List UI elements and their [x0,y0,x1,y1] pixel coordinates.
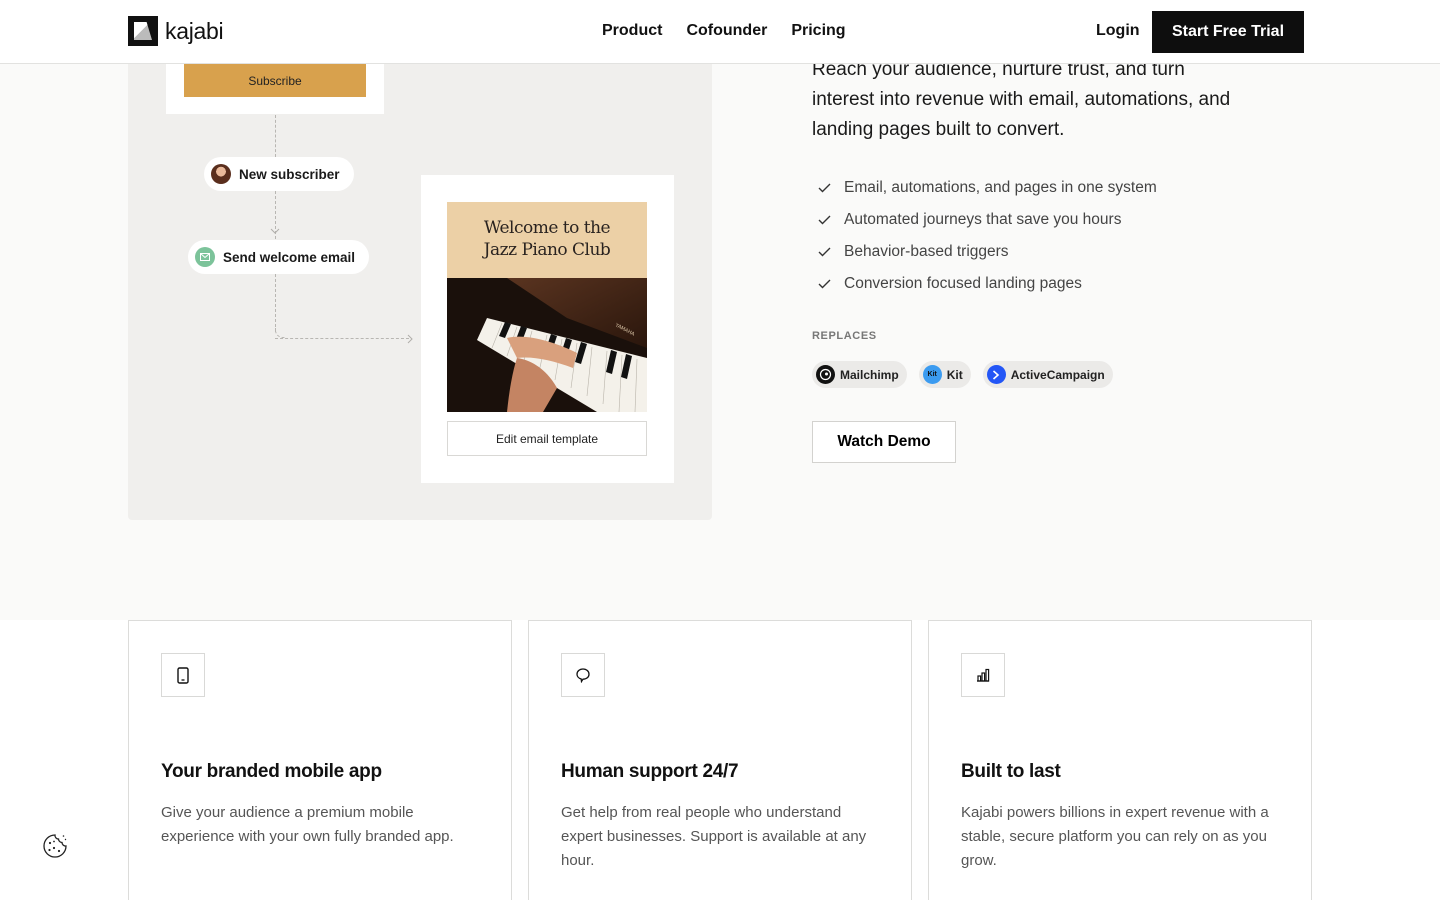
send-welcome-email-label: Send welcome email [223,249,356,265]
checklist-item: Conversion focused landing pages [812,268,1157,300]
email-preview-card: Welcome to the Jazz Piano Club YAMAHA Ed… [421,175,674,483]
email-title-line1: Welcome to the [483,218,611,238]
new-subscriber-pill: New subscriber [204,157,354,191]
flow-connector [275,115,276,157]
nav-item-pricing[interactable]: Pricing [791,22,845,40]
feature-card-title: Human support 24/7 [561,761,739,782]
cookie-settings-icon[interactable] [42,833,68,859]
nav-item-product[interactable]: Product [602,22,662,40]
chat-bubble-icon [561,653,605,697]
email-title-line2: Jazz Piano Club [483,240,611,260]
checklist-item: Behavior-based triggers [812,236,1157,268]
mailchimp-icon [816,365,835,384]
subscriber-avatar [211,164,231,184]
watch-demo-button[interactable]: Watch Demo [812,421,956,463]
checklist-item-label: Automated journeys that save you hours [844,211,1122,228]
checklist-item: Automated journeys that save you hours [812,204,1157,236]
feature-card-mobile-app: Your branded mobile app Give your audien… [128,620,512,900]
bar-chart-icon [961,653,1005,697]
replaces-tags: Mailchimp Kit Kit ActiveCampaign [812,361,1113,388]
flow-connector-corner [275,328,285,338]
feature-checklist: Email, automations, and pages in one sys… [812,172,1157,300]
replaces-tag-mailchimp: Mailchimp [812,361,907,388]
checklist-item-label: Email, automations, and pages in one sys… [844,179,1157,196]
replaces-tag-activecampaign: ActiveCampaign [982,361,1113,388]
mailchimp-label: Mailchimp [840,367,899,382]
feature-card-description: Kajabi powers billions in expert revenue… [961,804,1269,869]
section-intro-text: Reach your audience, nurture trust, and … [812,59,1231,140]
send-welcome-email-pill: Send welcome email [188,240,370,274]
feature-card-title: Your branded mobile app [161,761,382,782]
edit-email-template-button[interactable]: Edit email template [447,421,647,456]
checkmark-icon [812,247,836,257]
piano-photo: YAMAHA [447,278,647,412]
checklist-item: Email, automations, and pages in one sys… [812,172,1157,204]
checkmark-icon [812,183,836,193]
kajabi-logo-icon [128,16,158,46]
login-link[interactable]: Login [1096,22,1140,40]
activecampaign-icon [986,365,1006,384]
subscribe-button[interactable]: Subscribe [184,64,366,97]
checkmark-icon [812,215,836,225]
feature-card-title: Built to last [961,761,1061,782]
chevron-down-icon [270,228,280,234]
site-header: kajabi Product Cofounder Pricing Login S… [0,0,1440,64]
start-free-trial-button[interactable]: Start Free Trial [1152,11,1304,53]
feature-card-description: Give your audience a premium mobile expe… [161,804,454,845]
replaces-tag-kit: Kit Kit [918,361,971,388]
logo-text: kajabi [165,17,224,44]
checklist-item-label: Conversion focused landing pages [844,275,1082,292]
feature-card-built-to-last: Built to last Kajabi powers billions in … [928,620,1312,900]
kit-label: Kit [946,367,963,382]
flow-connector [275,274,276,332]
new-subscriber-label: New subscriber [239,166,340,182]
flow-connector [275,338,409,339]
email-header: Welcome to the Jazz Piano Club [447,202,647,278]
replaces-label: REPLACES [812,330,877,342]
activecampaign-label: ActiveCampaign [1010,367,1105,382]
kit-icon: Kit [922,365,942,384]
feature-card-human-support: Human support 24/7 Get help from real pe… [528,620,912,900]
mobile-phone-icon [161,653,205,697]
kajabi-logo[interactable]: kajabi [128,16,224,46]
mail-icon [195,247,215,267]
checkmark-icon [812,279,836,289]
automation-illustration: Subscribe New subscriber Send welcome em… [128,40,712,520]
nav-item-cofounder[interactable]: Cofounder [686,22,767,40]
main-nav: Product Cofounder Pricing [602,22,846,40]
chevron-right-icon [407,334,413,344]
feature-card-description: Get help from real people who understand… [561,804,867,869]
checklist-item-label: Behavior-based triggers [844,243,1009,260]
